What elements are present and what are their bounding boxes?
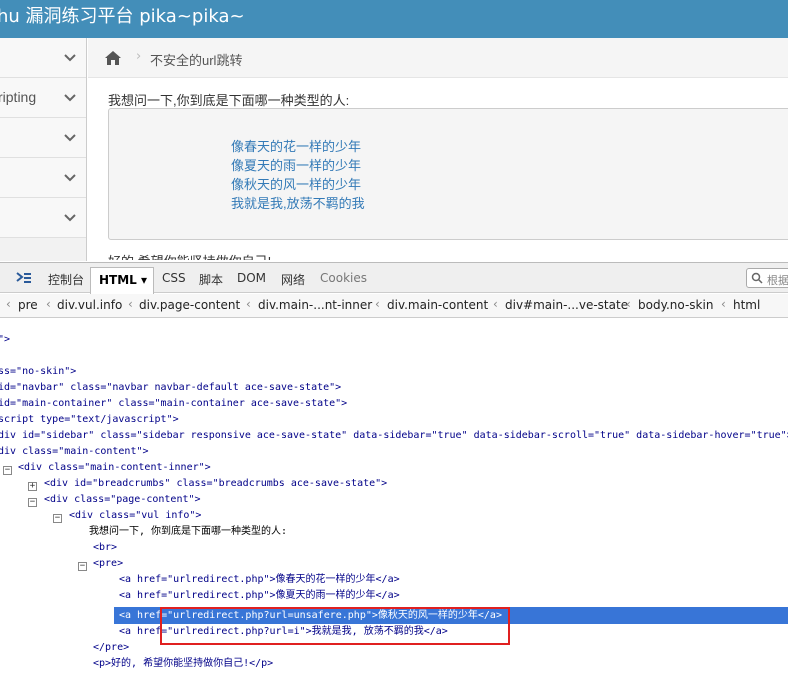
chevron-down-icon [64, 214, 76, 222]
devtools-tabbar: 控制台 HTML ▾ CSS 脚本 DOM 网络 Cookies 根据 [0, 263, 788, 294]
search-placeholder: 根据 [767, 274, 788, 287]
crumb-separator: ‹ [6, 297, 11, 311]
collapse-toggle-icon[interactable]: − [53, 514, 62, 523]
path-crumb[interactable]: div.page-content [139, 298, 240, 312]
tab-cookies[interactable]: Cookies [320, 271, 367, 285]
sidebar-item-4[interactable] [0, 158, 86, 198]
crumb-separator: ‹ [626, 297, 631, 311]
answer-link-autumn[interactable]: 像秋天的风一样的少年 [231, 174, 361, 193]
path-crumb[interactable]: div.vul.info [57, 298, 122, 312]
tree-line[interactable]: <div id="breadcrumbs" class="breadcrumbs… [44, 476, 387, 492]
path-crumb[interactable]: body.no-skin [638, 298, 713, 312]
tree-line[interactable]: <div class="page-content"> [44, 492, 201, 508]
annotation-highlight-box [160, 607, 510, 645]
tab-network[interactable]: 网络 [281, 271, 305, 288]
tree-text-node[interactable]: 我想问一下, 你到底是下面哪一种类型的人: [89, 524, 287, 540]
tree-line[interactable]: div id="sidebar" class="sidebar responsi… [0, 428, 788, 444]
tab-html[interactable]: HTML ▾ [90, 267, 154, 294]
tab-dom[interactable]: DOM [237, 271, 266, 285]
chevron-down-icon [64, 134, 76, 142]
tree-line[interactable]: <a href="urlredirect.php">像春天的花一样的少年</a> [119, 572, 400, 588]
chevron-down-icon [64, 174, 76, 182]
inspect-icon[interactable] [16, 271, 32, 285]
breadcrumb: › 不安全的url跳转 [88, 38, 788, 78]
navbar: hu 漏洞练习平台 pika~pika~ [0, 0, 788, 38]
footer-text: 好的,希望你能坚持做你自己! [108, 251, 271, 260]
tree-line[interactable]: <pre> [93, 556, 123, 572]
sidebar-item-5[interactable] [0, 198, 86, 238]
dropdown-arrow-icon: ▾ [141, 273, 148, 287]
chevron-down-icon [64, 54, 76, 62]
breadcrumb-separator: › [136, 49, 142, 64]
answer-link-self[interactable]: 我就是我,放荡不羁的我 [231, 193, 365, 212]
tree-line[interactable]: <a href="urlredirect.php">像夏天的雨一样的少年</a> [119, 588, 400, 604]
tree-line[interactable]: </pre> [93, 640, 129, 656]
crumb-separator: ‹ [128, 297, 133, 311]
collapse-toggle-icon[interactable]: − [78, 562, 87, 571]
home-icon[interactable] [104, 50, 122, 66]
expand-toggle-icon[interactable]: + [28, 482, 37, 491]
search-input[interactable]: 根据 [746, 268, 788, 288]
answer-box: 像春天的花一样的少年 像夏天的雨一样的少年 像秋天的风一样的少年 我就是我,放荡… [108, 108, 788, 240]
tab-script[interactable]: 脚本 [199, 271, 223, 288]
answer-link-summer[interactable]: 像夏天的雨一样的少年 [231, 155, 361, 174]
sidebar-item-1[interactable] [0, 38, 86, 78]
tree-line[interactable]: div class="main-content"> [0, 444, 149, 460]
tree-line[interactable]: <div class="vul info"> [69, 508, 201, 524]
chevron-down-icon [64, 94, 76, 102]
app-title[interactable]: hu 漏洞练习平台 pika~pika~ [0, 6, 245, 28]
tree-line[interactable]: ss="no-skin"> [0, 364, 76, 380]
crumb-separator: ‹ [493, 297, 498, 311]
path-crumb[interactable]: html [733, 298, 760, 312]
devtools-panel: 控制台 HTML ▾ CSS 脚本 DOM 网络 Cookies 根据 ‹ pr… [0, 262, 788, 673]
sidebar-item-scripting[interactable]: ripting [0, 78, 86, 118]
tree-line[interactable]: <div class="main-content-inner"> [18, 460, 211, 476]
sidebar: ripting [0, 38, 87, 261]
dom-path-bar: ‹ pre ‹ div.vul.info ‹ div.page-content … [0, 294, 788, 318]
collapse-toggle-icon[interactable]: − [28, 498, 37, 507]
crumb-separator: ‹ [375, 297, 380, 311]
collapse-toggle-icon[interactable]: − [3, 466, 12, 475]
path-crumb[interactable]: pre [18, 298, 38, 312]
sidebar-item-label: ripting [0, 89, 37, 105]
tree-line[interactable]: <p>好的, 希望你能坚持做你自己!</p> [93, 656, 273, 672]
answer-link-spring[interactable]: 像春天的花一样的少年 [231, 136, 361, 155]
sidebar-item-3[interactable] [0, 118, 86, 158]
tree-line[interactable]: script type="text/javascript"> [0, 412, 179, 428]
crumb-separator: ‹ [46, 297, 51, 311]
path-crumb[interactable]: div.main-...nt-inner [258, 298, 372, 312]
search-icon [751, 272, 763, 284]
question-text: 我想问一下,你到底是下面哪一种类型的人: [108, 93, 350, 108]
tab-css[interactable]: CSS [162, 271, 186, 285]
crumb-separator: ‹ [721, 297, 726, 311]
tree-line[interactable]: id="main-container" class="main-containe… [0, 396, 347, 412]
path-crumb[interactable]: div#main-...ve-state [505, 298, 628, 312]
tree-line[interactable]: <br> [93, 540, 117, 556]
tree-line[interactable]: id="navbar" class="navbar navbar-default… [0, 380, 341, 396]
path-crumb[interactable]: div.main-content [387, 298, 488, 312]
crumb-separator: ‹ [246, 297, 251, 311]
breadcrumb-current: 不安全的url跳转 [150, 53, 243, 68]
tab-html-label: HTML [99, 273, 137, 287]
tab-console[interactable]: 控制台 [48, 271, 84, 288]
tree-line[interactable]: "> [0, 332, 10, 348]
